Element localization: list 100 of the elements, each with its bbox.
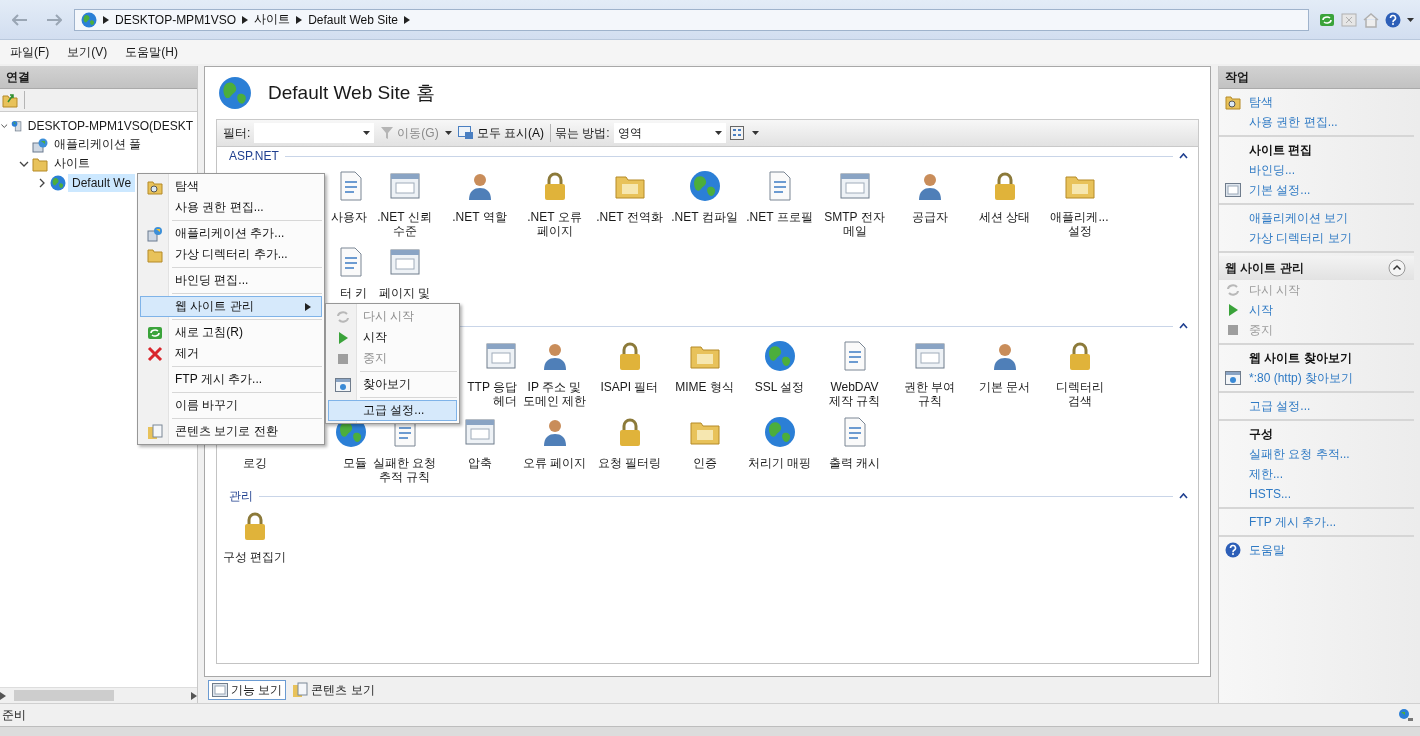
- action-link[interactable]: *:80 (http) 찾아보기: [1249, 369, 1354, 387]
- breadcrumb-item[interactable]: 사이트: [254, 11, 291, 28]
- breadcrumb-item[interactable]: Default Web Site: [308, 12, 398, 27]
- action-link[interactable]: 탐색: [1249, 93, 1273, 111]
- feature-label[interactable]: 로깅: [242, 456, 267, 470]
- action-link[interactable]: 가상 디렉터리 보기: [1249, 229, 1352, 247]
- folder-icon[interactable]: [2, 92, 18, 108]
- feature-label[interactable]: .NET 전역화: [596, 210, 663, 224]
- menu-item[interactable]: 애플리케이션 추가...: [140, 223, 322, 244]
- feature-label[interactable]: .NET 역할: [452, 210, 507, 224]
- tree-item[interactable]: 애플리케이션 풀: [50, 134, 146, 155]
- menu-item[interactable]: 새로 고침(R): [140, 322, 322, 343]
- menu-item[interactable]: 바인딩 편집...: [140, 270, 322, 291]
- home-icon[interactable]: [1363, 11, 1379, 28]
- scrollbar[interactable]: [0, 687, 197, 703]
- filter-label: 필터:: [223, 124, 251, 142]
- status-text: 준비: [2, 706, 26, 724]
- feature-label[interactable]: 사용자: [331, 210, 367, 224]
- menu-item[interactable]: 보기(V): [67, 43, 108, 61]
- action-link[interactable]: FTP 게시 추가...: [1249, 513, 1337, 531]
- filter-field[interactable]: [254, 123, 375, 143]
- collapse-icon[interactable]: [1179, 323, 1188, 329]
- tree-item[interactable]: 사이트: [50, 153, 94, 174]
- menu-item[interactable]: 사용 권한 편집...: [140, 197, 322, 218]
- collapse-icon[interactable]: [1179, 153, 1188, 159]
- action-link[interactable]: 시작: [1249, 301, 1273, 319]
- view-tab[interactable]: 콘텐츠 보기: [288, 680, 379, 700]
- window-icon: [838, 170, 871, 202]
- feature-label[interactable]: .NET 신뢰 수준: [367, 210, 442, 238]
- feature-label[interactable]: .NET 컴파일: [671, 210, 738, 224]
- tree-item[interactable]: DESKTOP-MPM1VSO(DESKT: [23, 116, 197, 135]
- feature-label[interactable]: 요청 필터링: [597, 456, 662, 470]
- feature-label[interactable]: 터 키: [339, 286, 367, 300]
- window-icon: [388, 246, 421, 278]
- feature-label[interactable]: 처리기 매핑: [747, 456, 812, 470]
- feature-label[interactable]: 디렉터리 검색: [1042, 380, 1117, 408]
- menu-item[interactable]: 고급 설정...: [328, 400, 457, 421]
- show-all-button[interactable]: 모두 표시(A): [455, 124, 546, 142]
- menu-item[interactable]: 탐색: [140, 176, 322, 197]
- feature-label[interactable]: .NET 오류 페이지: [517, 210, 592, 238]
- menu-item[interactable]: FTP 게시 추가...: [140, 369, 322, 390]
- document-icon: [292, 682, 309, 698]
- feature-label[interactable]: 실패한 요청 추적 규칙: [367, 456, 442, 484]
- action-link[interactable]: 바인딩...: [1249, 161, 1295, 179]
- feature-label[interactable]: 공급자: [911, 210, 948, 224]
- feature-label[interactable]: MIME 형식: [675, 380, 734, 394]
- menu-item[interactable]: 시작: [328, 327, 457, 348]
- group-by-label: 묶는 방법:: [555, 124, 610, 142]
- tree-item[interactable]: Default We: [68, 173, 136, 192]
- feature-label[interactable]: IP 주소 및 도메인 제한: [517, 380, 592, 408]
- feature-label[interactable]: 애플리케... 설정: [1042, 210, 1117, 238]
- menu-item[interactable]: 제거: [140, 343, 322, 364]
- action-link[interactable]: 고급 설정...: [1249, 397, 1311, 415]
- section-heading: 사이트 편집: [1249, 141, 1313, 159]
- panel-header: 작업: [1219, 66, 1420, 89]
- feature-label[interactable]: 기본 문서: [978, 380, 1031, 394]
- breadcrumb-item[interactable]: DESKTOP-MPM1VSO: [115, 12, 237, 27]
- scroll-right-icon: [191, 691, 197, 700]
- menu-item[interactable]: 웹 사이트 관리: [140, 296, 322, 317]
- menu-item[interactable]: 가상 디렉터리 추가...: [140, 244, 322, 265]
- action-link[interactable]: 사용 권한 편집...: [1249, 113, 1338, 131]
- feature-label[interactable]: SSL 설정: [754, 380, 805, 394]
- group-by-select[interactable]: 영역: [613, 123, 726, 143]
- feature-label[interactable]: .NET 프로필: [746, 210, 813, 224]
- forward-icon[interactable]: [46, 13, 62, 26]
- feature-label[interactable]: WebDAV 제작 규칙: [817, 380, 892, 408]
- action-link[interactable]: 제한...: [1249, 465, 1283, 483]
- feature-label[interactable]: TTP 응답 헤더: [461, 380, 517, 408]
- action-link[interactable]: 기본 설정...: [1249, 181, 1311, 199]
- help-icon: [1385, 11, 1401, 28]
- section-heading: 구성: [1249, 425, 1273, 443]
- menu-item[interactable]: 콘텐츠 보기로 전환: [140, 421, 322, 442]
- action-link[interactable]: 도움말: [1249, 541, 1285, 559]
- panel-header: 연결: [0, 66, 197, 89]
- action-link[interactable]: 실패한 요청 추적...: [1249, 445, 1350, 463]
- feature-label[interactable]: 권한 부여 규칙: [892, 380, 967, 408]
- feature-label[interactable]: 오류 페이지: [522, 456, 587, 470]
- back-icon[interactable]: [12, 13, 28, 26]
- menu-item[interactable]: 찾아보기: [328, 374, 457, 395]
- feature-label[interactable]: 인증: [692, 456, 717, 470]
- feature-label[interactable]: 페이지 및: [378, 286, 431, 300]
- menu-item[interactable]: 도움말(H): [125, 43, 178, 61]
- group-header[interactable]: 웹 사이트 관리: [1219, 256, 1414, 280]
- feature-label[interactable]: 구성 편집기: [222, 550, 287, 564]
- feature-label[interactable]: ISAPI 필터: [600, 380, 659, 394]
- view-tab[interactable]: 기능 보기: [208, 680, 287, 700]
- browser-window-icon: [335, 377, 351, 392]
- menu-item[interactable]: 이름 바꾸기: [140, 395, 322, 416]
- action-link[interactable]: 애플리케이션 보기: [1249, 209, 1349, 227]
- collapse-icon[interactable]: [1179, 493, 1188, 499]
- feature-label[interactable]: 압축: [467, 456, 492, 470]
- feature-label[interactable]: 세션 상태: [978, 210, 1031, 224]
- address-bar[interactable]: DESKTOP-MPM1VSO 사이트 Default Web Site: [74, 8, 1309, 31]
- feature-label[interactable]: SMTP 전자 메일: [817, 210, 892, 238]
- stop-icon[interactable]: [1341, 11, 1357, 28]
- action-link[interactable]: HSTS...: [1249, 487, 1291, 501]
- menu-item[interactable]: 파일(F): [10, 43, 50, 61]
- feature-label[interactable]: 모듈: [343, 456, 367, 470]
- feature-label[interactable]: 출력 캐시: [828, 456, 881, 470]
- stop-icon: [1227, 324, 1239, 336]
